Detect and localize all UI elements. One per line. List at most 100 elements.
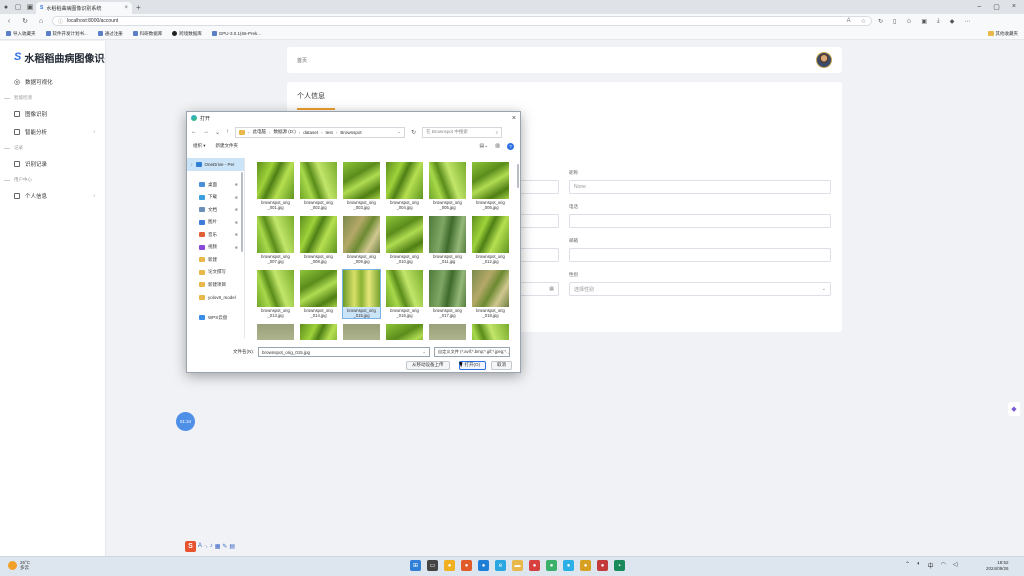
- tab-close-icon[interactable]: ×: [124, 5, 128, 11]
- file-thumbnail[interactable]: brownspot_orig _015.jpg: [342, 269, 381, 319]
- sidebar-item-profile[interactable]: 个人信息 ›: [0, 187, 105, 205]
- file-thumbnail[interactable]: brownspot_orig _006.jpg: [472, 162, 509, 210]
- file-thumbnail[interactable]: [257, 324, 294, 340]
- up-arrow-icon[interactable]: ↑: [226, 129, 229, 135]
- tree-item[interactable]: 图片 ✱: [187, 216, 244, 229]
- file-thumbnail[interactable]: brownspot_orig _001.jpg: [257, 162, 294, 210]
- refresh-extension-icon[interactable]: ↻: [878, 18, 883, 25]
- app-icon[interactable]: ●: [478, 560, 489, 571]
- chevron-down-icon[interactable]: ⌄: [422, 349, 426, 355]
- path-breadcrumb[interactable]: › 此电脑 › 数据源 (D:) › dataset › test › Brownspot…: [235, 126, 406, 138]
- path-dropdown-icon[interactable]: ⌄: [397, 129, 401, 135]
- favorite-star-icon[interactable]: ☆: [861, 18, 866, 25]
- tree-item[interactable]: 下载 ✱: [187, 191, 244, 204]
- file-thumbnail[interactable]: [472, 324, 509, 340]
- edge-icon[interactable]: e: [495, 560, 506, 571]
- grid-scrollbar[interactable]: [517, 164, 519, 188]
- pycharm-icon[interactable]: ▪: [614, 560, 625, 571]
- close-window-icon[interactable]: ×: [1012, 3, 1016, 11]
- back-arrow-icon[interactable]: ←: [191, 129, 197, 135]
- dialog-close-icon[interactable]: ×: [512, 115, 516, 122]
- file-thumbnail[interactable]: brownspot_orig _009.jpg: [343, 216, 380, 264]
- input-lang-icon[interactable]: 中: [928, 561, 934, 570]
- tree-item[interactable]: yolov8_model: [187, 291, 244, 304]
- file-thumbnail[interactable]: brownspot_orig _011.jpg: [429, 216, 466, 264]
- organize-button[interactable]: 组织 ▾: [193, 143, 206, 149]
- file-thumbnail[interactable]: brownspot_orig _017.jpg: [429, 270, 466, 318]
- sidebar-item-image-recognition[interactable]: 图像识别: [0, 105, 105, 123]
- view-options-icon[interactable]: ▤⌄: [479, 143, 488, 150]
- tree-scrollbar[interactable]: [241, 172, 243, 252]
- file-thumbnail[interactable]: brownspot_orig _010.jpg: [386, 216, 423, 264]
- app-icon[interactable]: ●: [580, 560, 591, 571]
- bookmark-item[interactable]: 导入收藏夹: [6, 31, 36, 37]
- more-menu-icon[interactable]: ⋯: [964, 18, 970, 25]
- bookmark-item[interactable]: 通过注册: [97, 31, 123, 37]
- new-tab-button[interactable]: +: [136, 3, 141, 12]
- app-icon[interactable]: ●: [461, 560, 472, 571]
- split-screen-icon[interactable]: ▯: [893, 18, 896, 25]
- file-thumbnail[interactable]: brownspot_orig _007.jpg: [257, 216, 294, 264]
- upload-from-mobile-button[interactable]: 从移动设备上传: [406, 360, 450, 370]
- filename-input[interactable]: brownspot_orig_015.jpg ⌄: [258, 347, 430, 357]
- downloads-icon[interactable]: ⤓: [937, 18, 940, 25]
- weather-widget[interactable]: 26°C 多云: [8, 560, 30, 570]
- refresh-icon[interactable]: ↻: [20, 17, 30, 25]
- file-thumbnail[interactable]: [429, 324, 466, 340]
- sidebar-item-analysis[interactable]: 智能分析 ›: [0, 123, 105, 141]
- tree-item[interactable]: › OneDrive - Per: [187, 158, 244, 171]
- recent-chevron-icon[interactable]: ⌄: [215, 129, 220, 136]
- read-aloud-icon[interactable]: A: [847, 18, 851, 25]
- other-bookmarks[interactable]: 其他收藏夹: [987, 31, 1018, 37]
- tree-item[interactable]: 视频 ✱: [187, 241, 244, 254]
- sidebar-item-records[interactable]: 识别记录: [0, 155, 105, 173]
- file-thumbnail[interactable]: brownspot_orig _012.jpg: [472, 216, 509, 264]
- dialog-search-input[interactable]: 在 Brownspot 中搜索 ⌕: [422, 126, 503, 138]
- tree-item[interactable]: 桌面 ✱: [187, 179, 244, 192]
- tree-item[interactable]: 文档 ✱: [187, 204, 244, 217]
- phone-input[interactable]: [569, 214, 831, 228]
- workspaces-icon[interactable]: ▢: [12, 1, 24, 13]
- volume-icon[interactable]: ◁: [953, 561, 958, 570]
- tree-item[interactable]: 新建: [187, 254, 244, 267]
- file-thumbnail[interactable]: brownspot_orig _016.jpg: [386, 270, 423, 318]
- ime-tools-icon[interactable]: ▤: [229, 543, 235, 550]
- refresh-icon[interactable]: ↻: [411, 129, 416, 136]
- file-thumbnail[interactable]: brownspot_orig _005.jpg: [429, 162, 466, 210]
- bookmark-item[interactable]: GPU-3.0.1(66-Prek...: [211, 31, 261, 36]
- bookmark-item[interactable]: 跨境数据库: [172, 31, 202, 37]
- browser-tab[interactable]: S 水稻稻曲病图像识别系统 ×: [36, 2, 132, 14]
- system-clock[interactable]: 18:52 2024/09/26: [986, 560, 1009, 572]
- start-icon[interactable]: ⊞: [410, 560, 421, 571]
- file-thumbnail[interactable]: brownspot_orig _013.jpg: [257, 270, 294, 318]
- tree-item[interactable]: 新建项目: [187, 279, 244, 292]
- collections-icon[interactable]: ▣: [921, 18, 927, 25]
- chevron-down-icon[interactable]: ⌄: [507, 350, 509, 355]
- file-thumbnail[interactable]: brownspot_orig _018.jpg: [472, 270, 509, 318]
- app-icon[interactable]: ●: [597, 560, 608, 571]
- tab-actions-icon[interactable]: ▣: [24, 1, 36, 13]
- wechat-icon[interactable]: ●: [546, 560, 557, 571]
- preview-pane-icon[interactable]: ▥: [495, 143, 500, 150]
- copilot-icon[interactable]: ◆: [950, 18, 955, 25]
- tray-chevron-icon[interactable]: ⌃: [905, 561, 910, 570]
- floating-timer-button[interactable]: 01:34: [176, 412, 195, 431]
- file-explorer-icon[interactable]: ▬: [512, 560, 523, 571]
- tree-item[interactable]: 论文撰写: [187, 266, 244, 279]
- back-icon[interactable]: ‹: [4, 18, 14, 25]
- chrome-icon[interactable]: ●: [444, 560, 455, 571]
- app-icon[interactable]: ●: [529, 560, 540, 571]
- calendar-icon[interactable]: ▦: [549, 286, 554, 292]
- file-thumbnail[interactable]: brownspot_orig _004.jpg: [386, 162, 423, 210]
- ime-punct-icon[interactable]: ·,: [204, 543, 208, 549]
- app-icon[interactable]: ●: [563, 560, 574, 571]
- nickname-input[interactable]: None: [569, 180, 831, 194]
- bookmark-item[interactable]: 科研数据库: [132, 31, 162, 37]
- forward-arrow-icon[interactable]: →: [203, 129, 209, 135]
- avatar[interactable]: [816, 52, 832, 68]
- tree-item[interactable]: 音乐 ✱: [187, 229, 244, 242]
- cancel-button[interactable]: 取消: [491, 360, 512, 370]
- ime-skin-icon[interactable]: ✎: [222, 543, 227, 550]
- maximize-icon[interactable]: ▢: [993, 3, 1000, 11]
- file-thumbnail[interactable]: brownspot_orig _014.jpg: [300, 270, 337, 318]
